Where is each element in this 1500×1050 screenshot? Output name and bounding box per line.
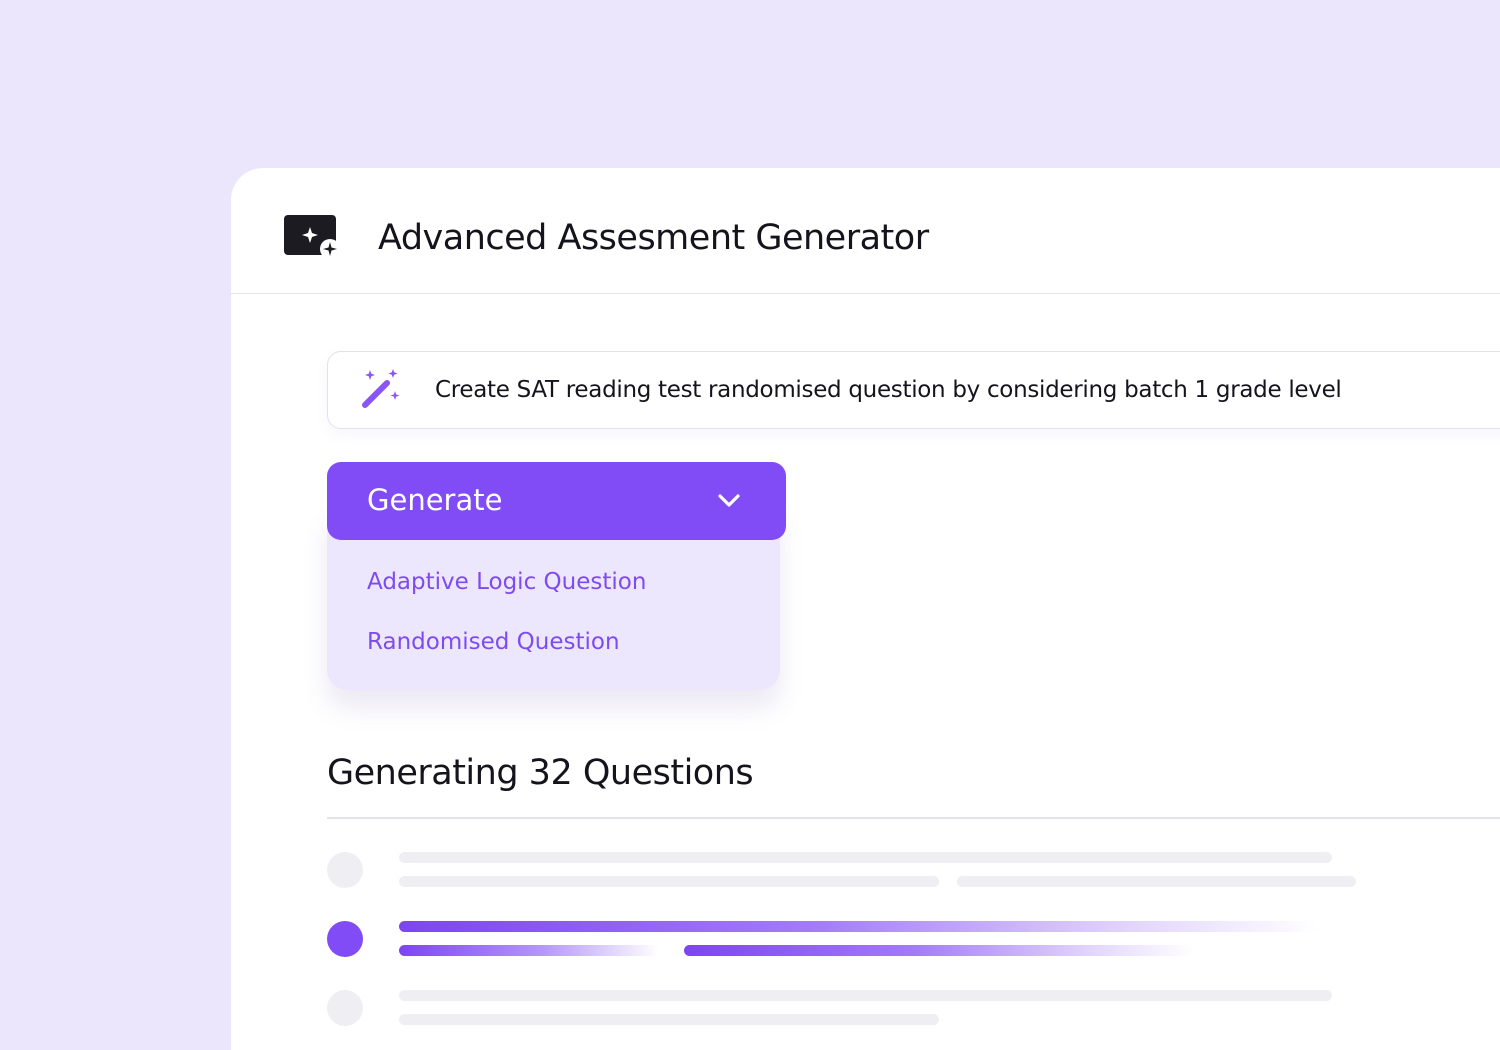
app-title: Advanced Assesment Generator [378, 218, 929, 258]
status-dot [327, 990, 363, 1026]
skeleton-line [399, 852, 1332, 863]
ai-generator-icon [284, 215, 340, 259]
generating-status-title: Generating 32 Questions [327, 753, 754, 793]
chevron-down-icon[interactable] [714, 486, 744, 516]
skeleton-line [399, 876, 939, 887]
generate-button-label: Generate [367, 483, 503, 517]
generator-panel: Advanced Assesment Generator Create SAT … [231, 168, 1500, 1050]
question-row-placeholder [327, 990, 1427, 1030]
prompt-input[interactable]: Create SAT reading test randomised quest… [327, 351, 1500, 429]
panel-header: Advanced Assesment Generator [231, 168, 1500, 294]
skeleton-line [399, 1014, 939, 1025]
question-row-placeholder [327, 852, 1427, 892]
magic-wand-icon [362, 369, 400, 408]
progress-line [399, 945, 659, 956]
skeleton-line [957, 876, 1356, 887]
question-row-generating [327, 921, 1427, 961]
progress-line [684, 945, 1194, 956]
menu-item-adaptive-logic-question[interactable]: Adaptive Logic Question [367, 567, 646, 597]
skeleton-line [399, 990, 1332, 1001]
generate-button[interactable]: Generate [327, 462, 786, 540]
progress-line [399, 921, 1319, 932]
prompt-text: Create SAT reading test randomised quest… [435, 377, 1342, 403]
section-divider [327, 817, 1500, 819]
status-dot [327, 852, 363, 888]
status-dot-active [327, 921, 363, 957]
menu-item-randomised-question[interactable]: Randomised Question [367, 627, 620, 657]
